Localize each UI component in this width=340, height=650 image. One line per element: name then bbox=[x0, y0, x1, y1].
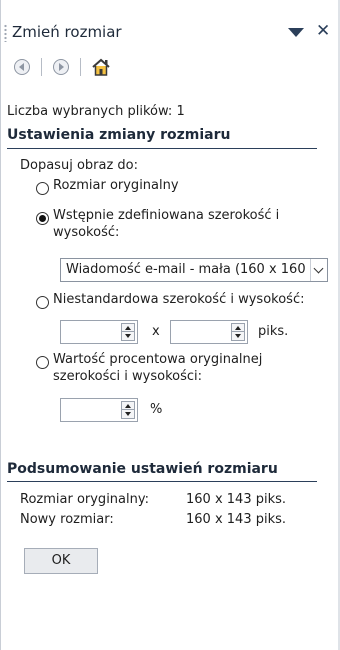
new-size-label: Nowy rozmiar: bbox=[20, 512, 114, 527]
forward-button[interactable] bbox=[50, 56, 72, 78]
pane-titlebar: Zmień rozmiar ✕ bbox=[0, 18, 340, 48]
percent-input[interactable] bbox=[60, 398, 138, 422]
nav-separator bbox=[80, 58, 81, 76]
radio-custom-size[interactable] bbox=[36, 296, 49, 309]
back-button[interactable] bbox=[11, 56, 33, 78]
custom-unit-label: piks. bbox=[258, 324, 289, 339]
resize-pane: Zmień rozmiar ✕ Liczba wybranych plików:… bbox=[0, 0, 340, 650]
chevron-down-icon[interactable] bbox=[310, 259, 327, 281]
percent-unit-label: % bbox=[150, 402, 163, 417]
ok-button[interactable]: OK bbox=[24, 548, 98, 574]
radio-original-size[interactable] bbox=[36, 182, 49, 195]
summary-heading: Podsumowanie ustawień rozmiaru bbox=[7, 461, 278, 477]
dropdown-triangle-icon[interactable] bbox=[288, 28, 304, 37]
original-size-value: 160 x 143 piks. bbox=[186, 492, 287, 507]
home-button[interactable] bbox=[88, 56, 110, 78]
nav-separator bbox=[41, 58, 42, 76]
pane-left-border bbox=[0, 0, 1, 650]
radio-custom-label[interactable]: Niestandardowa szerokość i wysokość: bbox=[53, 292, 304, 307]
radio-percent-label-line2[interactable]: szerokości i wysokości: bbox=[53, 369, 202, 384]
nav-toolbar bbox=[0, 54, 340, 84]
home-icon bbox=[92, 58, 110, 76]
radio-predefined-label-line2[interactable]: wysokość: bbox=[53, 225, 119, 240]
custom-width-input[interactable] bbox=[60, 320, 138, 344]
pane-title: Zmień rozmiar bbox=[12, 23, 122, 41]
spinner-icon[interactable] bbox=[231, 323, 245, 341]
fit-label: Dopasuj obraz do: bbox=[20, 158, 138, 173]
forward-arrow-icon bbox=[53, 59, 69, 75]
selected-count: Liczba wybranych plików: 1 bbox=[7, 104, 185, 119]
back-arrow-icon bbox=[14, 59, 30, 75]
settings-heading: Ustawienia zmiany rozmiaru bbox=[7, 127, 231, 143]
grip-icon[interactable] bbox=[4, 24, 7, 42]
spinner-icon[interactable] bbox=[121, 401, 135, 419]
predefined-size-value: Wiadomość e-mail - mała (160 x 160 pikse… bbox=[66, 262, 328, 277]
radio-original-label[interactable]: Rozmiar oryginalny bbox=[53, 178, 179, 193]
radio-predefined-label[interactable]: Wstępnie zdefiniowana szerokość i bbox=[53, 208, 279, 223]
custom-height-input[interactable] bbox=[170, 320, 248, 344]
radio-percent-size[interactable] bbox=[36, 356, 49, 369]
radio-percent-label[interactable]: Wartość procentowa oryginalnej bbox=[53, 352, 262, 367]
section-divider bbox=[7, 481, 317, 482]
original-size-label: Rozmiar oryginalny: bbox=[20, 492, 149, 507]
predefined-size-select[interactable]: Wiadomość e-mail - mała (160 x 160 pikse… bbox=[60, 258, 328, 282]
new-size-value: 160 x 143 piks. bbox=[186, 512, 287, 527]
radio-predefined-size[interactable] bbox=[36, 212, 49, 225]
close-icon[interactable]: ✕ bbox=[316, 21, 330, 41]
section-divider bbox=[7, 148, 317, 149]
custom-x-label: x bbox=[152, 324, 160, 339]
spinner-icon[interactable] bbox=[121, 323, 135, 341]
